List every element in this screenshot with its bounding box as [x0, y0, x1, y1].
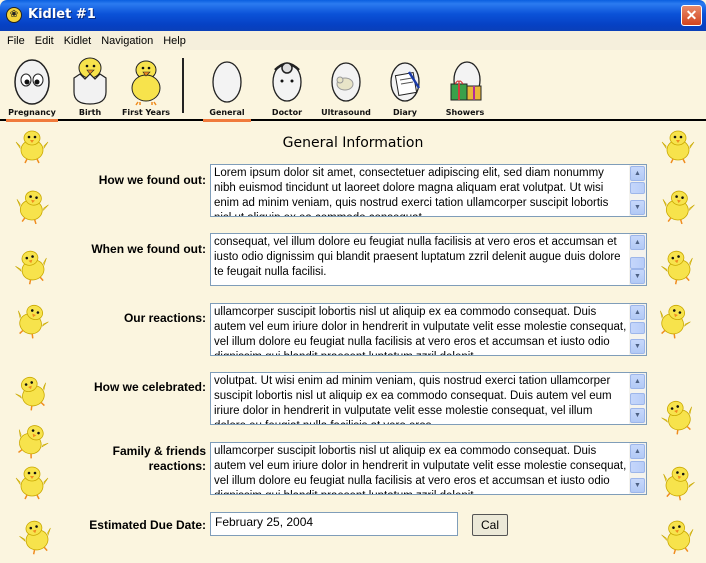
toolbar: Pregnancy Birth First Years General Doct…	[0, 50, 706, 122]
page-title: General Information	[282, 135, 424, 151]
selected-underline	[203, 119, 251, 122]
due-date-label: Estimated Due Date:	[89, 518, 206, 532]
toolbar-separator	[182, 58, 184, 113]
scroll-down-icon[interactable]: ▼	[630, 200, 645, 215]
field-text: volutpat. Ut wisi enim ad minim veniam, …	[214, 375, 612, 424]
tool-label: Ultrasound	[321, 108, 371, 117]
scroll-up-icon[interactable]: ▲	[630, 305, 645, 320]
chick-decoration-icon	[658, 462, 698, 505]
chick-decoration-icon	[12, 462, 52, 505]
scroll-down-icon[interactable]: ▼	[630, 478, 645, 493]
menu-help[interactable]: Help	[158, 35, 191, 47]
chick-decoration-icon	[658, 246, 698, 289]
scroll-down-icon[interactable]: ▼	[630, 339, 645, 354]
calendar-button[interactable]: Cal	[472, 514, 508, 536]
due-date-input[interactable]: February 25, 2004	[210, 512, 458, 536]
tool-label: General	[209, 108, 245, 117]
family-reactions-textarea[interactable]: ullamcorper suscipit lobortis nisl ut al…	[210, 442, 647, 495]
tool-label: First Years	[121, 108, 171, 117]
menu-edit[interactable]: Edit	[30, 35, 59, 47]
scroll-down-icon[interactable]: ▼	[630, 408, 645, 423]
tool-label: Diary	[393, 108, 417, 117]
close-button[interactable]: ✕	[681, 5, 702, 26]
field-text: Lorem ipsum dolor sit amet, consectetuer…	[214, 167, 609, 216]
scroll-thumb[interactable]	[630, 182, 645, 194]
scroll-thumb[interactable]	[630, 322, 645, 334]
chick-decoration-icon	[658, 516, 698, 559]
scroll-thumb[interactable]	[630, 257, 645, 269]
vertical-scrollbar[interactable]: ▲ ▼	[629, 234, 646, 285]
chick-decoration-icon	[12, 186, 52, 229]
egg-eyes-icon	[14, 59, 50, 105]
chick-decoration-icon	[658, 126, 698, 169]
chick-decoration-icon	[12, 300, 52, 343]
how-found-textarea[interactable]: Lorem ipsum dolor sit amet, consectetuer…	[210, 164, 647, 217]
scroll-thumb[interactable]	[630, 393, 645, 405]
tool-label: Doctor	[271, 108, 303, 117]
chick-decoration-icon	[658, 186, 698, 229]
tool-label: Showers	[445, 108, 485, 117]
chick-decoration-icon	[654, 300, 694, 343]
tool-label: Pregnancy	[8, 108, 56, 117]
scroll-up-icon[interactable]: ▲	[630, 374, 645, 389]
tool-showers[interactable]: Showers	[440, 54, 490, 117]
doctor-egg-icon	[272, 62, 302, 102]
scroll-up-icon[interactable]: ▲	[630, 166, 645, 181]
scroll-up-icon[interactable]: ▲	[630, 444, 645, 459]
celebrated-textarea[interactable]: volutpat. Ut wisi enim ad minim veniam, …	[210, 372, 647, 425]
app-icon: ❀	[6, 7, 22, 23]
chick-decoration-icon	[12, 372, 52, 415]
tool-birth[interactable]: Birth	[66, 54, 114, 117]
when-found-textarea[interactable]: consequat, vel illum dolore eu feugiat n…	[210, 233, 647, 286]
vertical-scrollbar[interactable]: ▲ ▼	[629, 165, 646, 216]
chick-decoration-icon	[12, 420, 52, 463]
chick-decoration-icon	[16, 516, 56, 559]
when-found-label: When we found out:	[91, 242, 206, 256]
plain-egg-icon	[212, 61, 242, 103]
field-text: consequat, vel illum dolore eu feugiat n…	[214, 236, 621, 278]
scroll-up-icon[interactable]: ▲	[630, 235, 645, 250]
menu-navigation[interactable]: Navigation	[96, 35, 158, 47]
ultrasound-egg-icon	[331, 62, 361, 102]
menu-bar: File Edit Kidlet Navigation Help	[0, 31, 706, 50]
menu-file[interactable]: File	[2, 35, 30, 47]
tool-label: Birth	[78, 108, 102, 117]
tool-first-years[interactable]: First Years	[120, 54, 172, 117]
diary-egg-icon	[390, 62, 421, 102]
scroll-down-icon[interactable]: ▼	[630, 269, 645, 284]
title-bar: ❀ Kidlet #1 ✕	[0, 0, 706, 31]
how-found-label: How we found out:	[98, 173, 206, 187]
reactions-textarea[interactable]: ullamcorper suscipit lobortis nisl ut al…	[210, 303, 647, 356]
vertical-scrollbar[interactable]: ▲ ▼	[629, 443, 646, 494]
field-text: ullamcorper suscipit lobortis nisl ut al…	[214, 306, 627, 355]
hatching-chick-icon	[73, 57, 107, 105]
chick-decoration-icon	[12, 246, 52, 289]
chick-decoration-icon	[658, 396, 698, 439]
celebrated-label: How we celebrated:	[93, 380, 206, 394]
menu-kidlet[interactable]: Kidlet	[59, 35, 97, 47]
vertical-scrollbar[interactable]: ▲ ▼	[629, 304, 646, 355]
tool-general[interactable]: General	[203, 54, 251, 122]
scroll-thumb[interactable]	[630, 461, 645, 473]
reactions-label: Our reactions:	[123, 311, 206, 325]
chick-icon	[131, 60, 161, 106]
tool-doctor[interactable]: Doctor	[264, 54, 310, 117]
selected-underline	[6, 119, 58, 122]
window-title: Kidlet #1	[28, 7, 96, 22]
family-reactions-label: Family & friends reactions:	[112, 444, 206, 473]
tool-diary[interactable]: Diary	[382, 54, 428, 117]
vertical-scrollbar[interactable]: ▲ ▼	[629, 373, 646, 424]
chick-decoration-icon	[12, 126, 52, 169]
tool-pregnancy[interactable]: Pregnancy	[6, 54, 58, 122]
gift-egg-icon	[450, 61, 482, 101]
field-text: ullamcorper suscipit lobortis nisl ut al…	[214, 445, 627, 494]
tool-ultrasound[interactable]: Ultrasound	[321, 54, 371, 117]
